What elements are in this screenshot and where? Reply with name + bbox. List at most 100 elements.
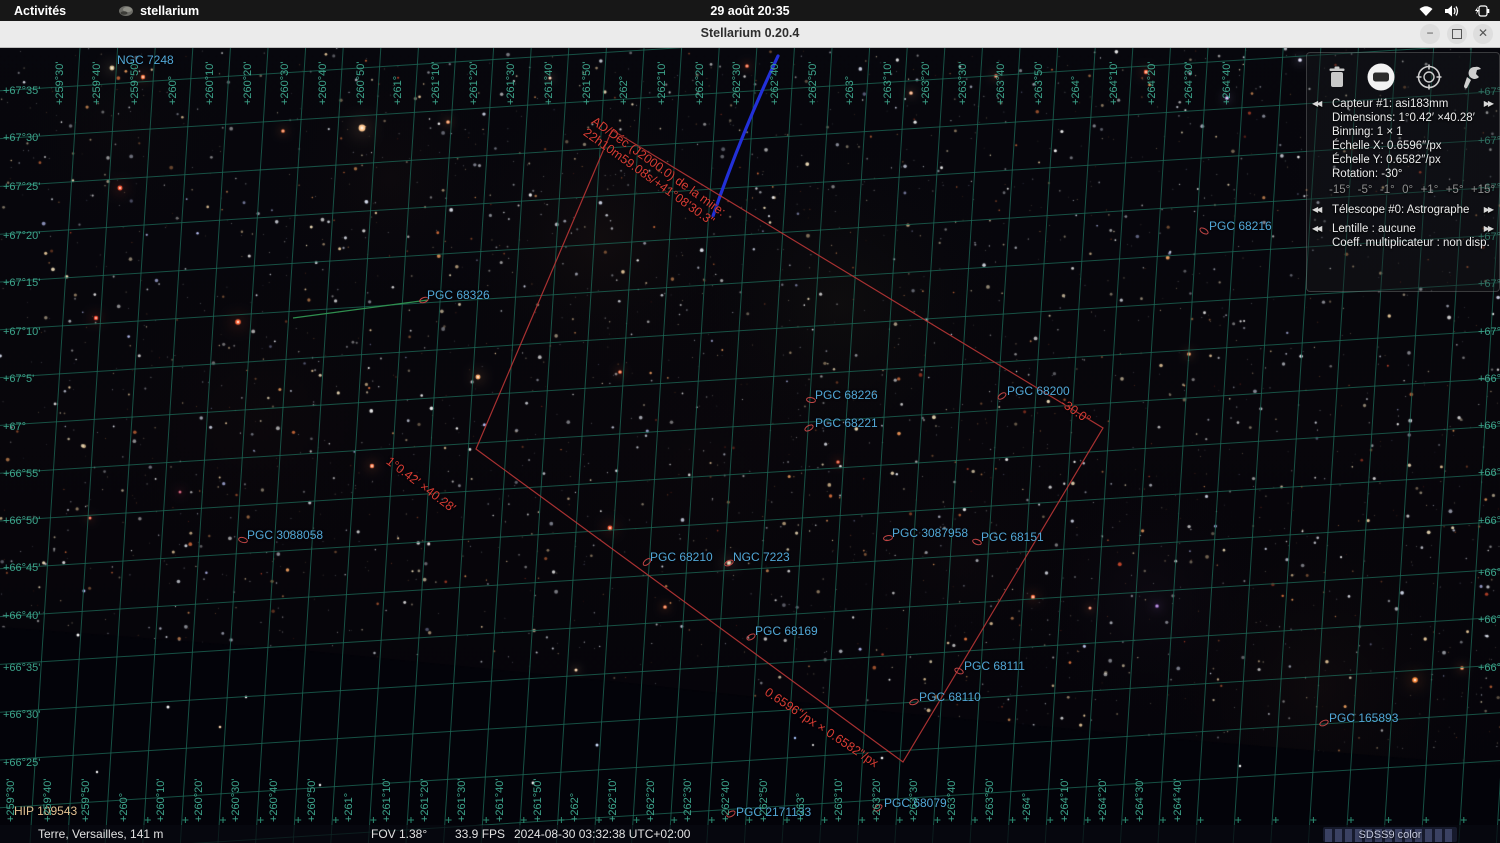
next-telescope-button[interactable]: ▶▶ <box>1484 205 1492 214</box>
grid-ra-line <box>1120 48 1170 843</box>
sky-object-label[interactable]: PGC 68226 <box>815 388 878 402</box>
grid-plus-mark <box>145 817 151 823</box>
grid-dec-line <box>0 283 1500 378</box>
sky-object-label[interactable]: NGC 7248 <box>117 53 174 67</box>
gnome-top-bar: Activités stellarium 29 août 20:35 <box>0 0 1500 21</box>
grid-dec-line <box>0 617 1500 712</box>
oculars-toolbar <box>1307 53 1499 97</box>
sensor-selector: ◀◀ Capteur #1: asi183mm ▶▶ <box>1307 97 1499 111</box>
grid-plus-mark <box>220 817 226 823</box>
prev-lens-button[interactable]: ◀◀ <box>1312 224 1320 233</box>
status-bar: Terre, Versailles, 141 m FOV 1.38° 33.9 … <box>0 825 1500 843</box>
sky-object-label[interactable]: NGC 7223 <box>733 550 790 564</box>
grid-dec-line <box>0 48 1500 139</box>
grid-dec-label: +67° <box>1478 326 1500 338</box>
app-menu[interactable]: stellarium <box>118 4 199 18</box>
grid-dec-line <box>0 235 1500 330</box>
grid-ra-label: +263° <box>795 793 808 822</box>
grid-ra-label: +260° <box>167 76 180 105</box>
galaxy-marker[interactable] <box>1319 719 1329 727</box>
rotate-minus-5-button[interactable]: -5° <box>1358 184 1373 196</box>
grid-plus-mark <box>370 817 376 823</box>
multiplier-label: Coeff. multiplicateur : non disp. <box>1307 236 1490 250</box>
sensor-scale-x: Échelle X: 0.6596″/px <box>1307 139 1499 153</box>
grid-ra-label: +261°20' <box>419 778 432 822</box>
grid-ra-label: +259°40' <box>91 61 104 105</box>
grid-ra-label: +262°50' <box>758 778 771 822</box>
sensor-scale-y: Échelle Y: 0.6582″/px <box>1307 153 1499 167</box>
trash-icon[interactable] <box>1327 65 1347 89</box>
next-lens-button[interactable]: ▶▶ <box>1484 224 1492 233</box>
rotate-minus-15-button[interactable]: -15° <box>1329 184 1350 196</box>
sky-object-label[interactable]: PGC 68326 <box>427 288 490 302</box>
galaxy-marker[interactable] <box>804 424 814 433</box>
grid-plus-mark <box>822 817 828 823</box>
grid-ra-line <box>1196 48 1246 843</box>
grid-overlay <box>0 48 1500 843</box>
grid-dec-label: +67°30' <box>3 132 40 144</box>
sky-object-label[interactable]: PGC 68169 <box>755 624 818 638</box>
sky-object-label[interactable]: PGC 3088058 <box>247 528 323 542</box>
grid-ra-line <box>970 48 1020 843</box>
maximize-icon <box>1452 29 1462 39</box>
rotate-plus-5-button[interactable]: +5° <box>1446 184 1464 196</box>
sky-object-label[interactable]: PGC 68200 <box>1007 384 1070 398</box>
window-title: Stellarium 0.20.4 <box>0 26 1500 40</box>
grid-dec-label: +67°35' <box>3 85 40 97</box>
prev-telescope-button[interactable]: ◀◀ <box>1312 205 1320 214</box>
rotate-zero-button[interactable]: 0° <box>1402 184 1413 196</box>
wifi-icon <box>1418 5 1434 17</box>
maximize-button[interactable] <box>1447 24 1467 44</box>
grid-ra-label: +260°30' <box>230 778 243 822</box>
grid-ra-label: +260°10' <box>155 778 168 822</box>
window-title-bar[interactable]: Stellarium 0.20.4 − ✕ <box>0 21 1500 48</box>
grid-dec-label: +66°45' <box>1478 467 1500 479</box>
grid-ra-label: +263°40' <box>995 61 1008 105</box>
grid-ra-label: +264° <box>1021 793 1034 822</box>
telescope-label: Télescope #0: Astrographe <box>1332 204 1469 216</box>
volume-icon <box>1444 5 1460 17</box>
sky-object-label[interactable]: PGC 68110 <box>919 690 981 704</box>
grid-ra-line <box>68 48 118 843</box>
grid-ra-label: +262°10' <box>656 61 669 105</box>
prev-sensor-button[interactable]: ◀◀ <box>1312 99 1320 108</box>
clock[interactable]: 29 août 20:35 <box>710 4 789 18</box>
grid-ra-label: +264°10' <box>1059 778 1072 822</box>
sky-view[interactable]: NGC 7248 PGC 68216 PGC 68326 PGC 68226 PGC 6… <box>0 48 1500 843</box>
sky-object-label[interactable]: PGC 68216 <box>1209 219 1272 233</box>
next-sensor-button[interactable]: ▶▶ <box>1484 99 1492 108</box>
sky-object-label[interactable]: PGC 3087958 <box>892 526 968 540</box>
sky-object-label[interactable]: PGC 68210 <box>650 550 713 564</box>
galaxy-marker[interactable] <box>1199 227 1209 236</box>
grid-dec-label: +67°10' <box>3 326 40 338</box>
sky-object-label[interactable]: PGC 68151 <box>981 530 1044 544</box>
wrench-icon[interactable] <box>1461 65 1483 89</box>
grid-ra-line <box>1083 48 1133 843</box>
grid-ra-line <box>143 48 193 843</box>
grid-dec-line <box>0 48 1500 91</box>
grid-ra-line <box>30 48 80 843</box>
grid-ra-line <box>669 48 719 843</box>
grid-dec-label: +66°50' <box>1478 420 1500 432</box>
sky-object-label[interactable]: PGC 68221 <box>815 416 878 430</box>
grid-ra-label: +264°10' <box>1108 61 1121 105</box>
sky-object-label[interactable]: PGC 165893 <box>1329 711 1398 725</box>
sensor-frame-icon[interactable] <box>1366 62 1396 92</box>
grid-plus-mark <box>258 817 264 823</box>
lens-selector: ◀◀ Lentille : aucune ▶▶ <box>1307 222 1499 236</box>
grid-dec-label: +66°25' <box>1478 662 1500 674</box>
rotate-minus-1-button[interactable]: -1° <box>1380 184 1395 196</box>
activities-button[interactable]: Activités <box>14 4 66 18</box>
grid-plus-mark <box>671 817 677 823</box>
grid-ra-label: +260° <box>118 793 131 822</box>
system-tray[interactable] <box>1418 0 1490 21</box>
sky-object-label[interactable]: PGC 68111 <box>964 659 1025 673</box>
rotate-plus-15-button[interactable]: +15° <box>1471 184 1495 196</box>
rotate-plus-1-button[interactable]: +1° <box>1421 184 1439 196</box>
telrad-icon[interactable] <box>1416 64 1442 90</box>
minimize-button[interactable]: − <box>1420 24 1440 44</box>
grid-ra-label: +260°20' <box>193 778 206 822</box>
close-button[interactable]: ✕ <box>1473 24 1493 44</box>
grid-plus-mark <box>972 817 978 823</box>
grid-dec-label: +66°35' <box>3 662 40 674</box>
